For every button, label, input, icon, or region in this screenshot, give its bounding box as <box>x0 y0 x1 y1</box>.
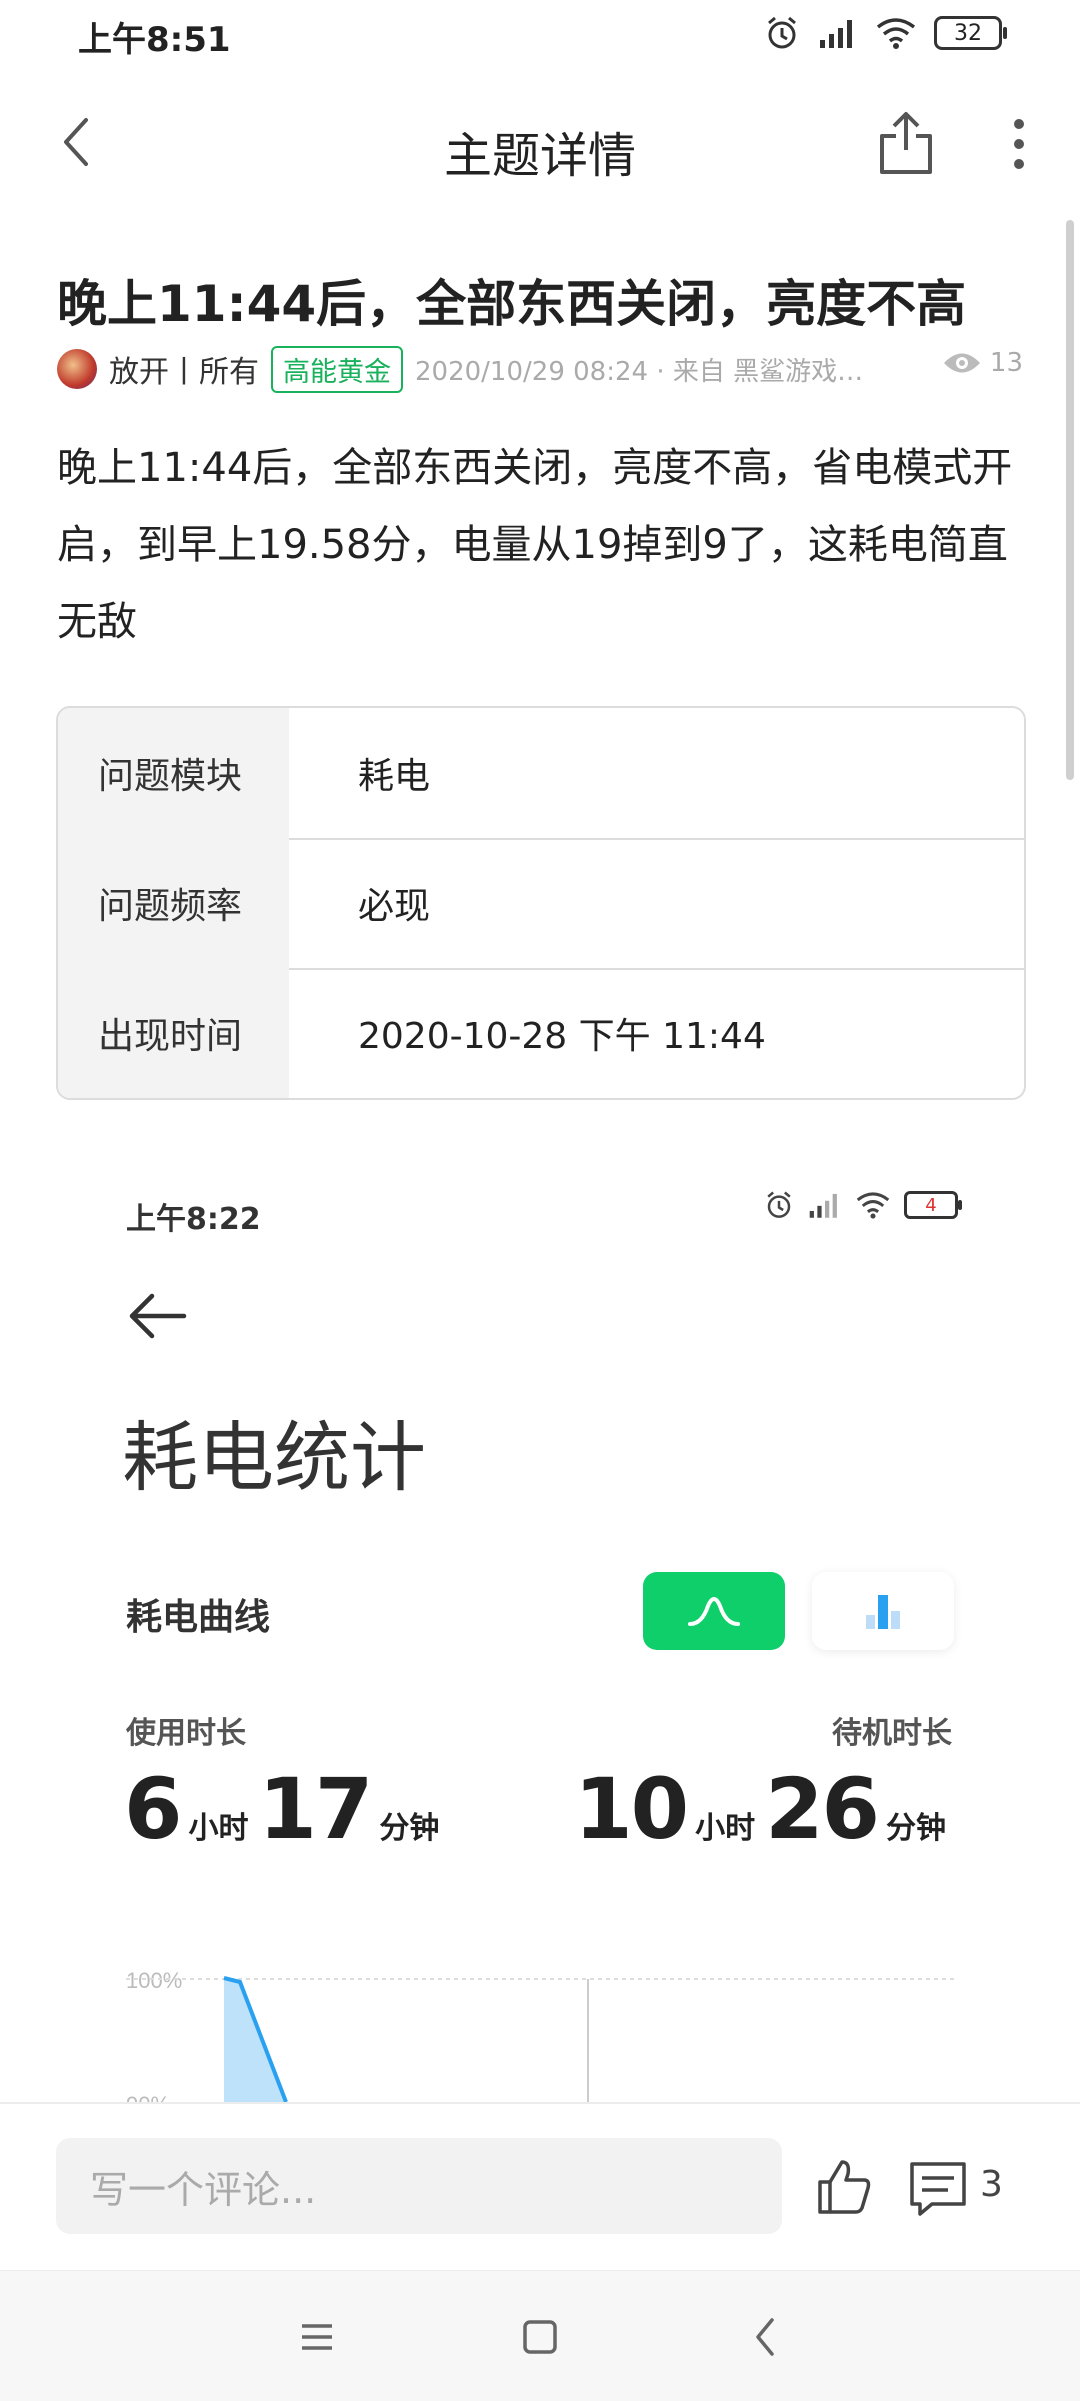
row-key: 问题频率 <box>58 838 289 968</box>
wifi-icon <box>856 1192 890 1219</box>
standby-minutes: 26 <box>765 1760 880 1858</box>
scrollbar[interactable] <box>1066 220 1074 780</box>
standby-duration-value: 10 小时 26 分钟 <box>574 1760 956 1858</box>
screenshot-status-icons: 4 <box>764 1190 962 1220</box>
battery-icon: 32 <box>934 16 1007 50</box>
comment-button[interactable] <box>908 2160 968 2216</box>
back-button[interactable] <box>48 112 108 172</box>
chart-area <box>224 1978 286 2102</box>
curve-icon <box>688 1597 740 1626</box>
screenshot-title: 耗电统计 <box>122 1413 426 1502</box>
bar-chart-icon <box>866 1595 900 1629</box>
screenshot-back-arrow-icon <box>129 1293 187 1339</box>
comment-count: 3 <box>980 2164 1003 2205</box>
home-icon[interactable] <box>513 2310 567 2364</box>
table-row: 问题频率 必现 <box>58 838 1024 970</box>
issue-info-table: 问题模块 耗电 问题频率 必现 出现时间 2020-10-28 下午 11:44 <box>56 706 1026 1100</box>
signal-icon <box>820 20 852 48</box>
user-level-badge: 高能黄金 <box>271 345 403 393</box>
view-count-value: 13 <box>989 348 1023 378</box>
table-row: 出现时间 2020-10-28 下午 11:44 <box>58 968 1024 1098</box>
row-key: 出现时间 <box>58 968 289 1098</box>
row-key: 问题模块 <box>58 708 289 838</box>
minutes-unit: 分钟 <box>379 1811 440 1846</box>
post-body: 晚上11:44后，全部东西关闭，亮度不高，省电模式开启，到早上19.58分，电量… <box>57 445 1013 645</box>
row-value: 2020-10-28 下午 11:44 <box>358 1016 766 1057</box>
battery-curve-chart: 100% 90% <box>126 1968 954 2102</box>
post-meta: 放开丨所有 高能黄金 2020/10/29 08:24 · 来自 黑鲨游戏… <box>57 344 863 394</box>
status-icons: 32 <box>764 12 1007 54</box>
standby-duration-label: 待机时长 <box>832 1716 952 1751</box>
avatar[interactable] <box>57 349 97 389</box>
hours-unit: 小时 <box>695 1811 756 1846</box>
view-count: 13 <box>942 348 1023 378</box>
author-name[interactable]: 放开丨所有 <box>109 347 259 391</box>
chart-tick-top: 100% <box>126 1968 182 1993</box>
eye-icon <box>943 353 980 373</box>
bar-view-toggle <box>812 1572 954 1650</box>
share-button[interactable] <box>872 106 940 182</box>
curve-view-toggle <box>643 1572 785 1650</box>
post-title: 晚上11:44后，全部东西关闭，亮度不高 <box>57 275 967 333</box>
screenshot-battery-level: 4 <box>925 1194 937 1216</box>
usage-duration-label: 使用时长 <box>126 1716 246 1751</box>
alarm-icon <box>767 1191 791 1218</box>
usage-duration-value: 6 小时 17 分钟 <box>124 1760 449 1858</box>
signal-icon <box>809 1193 837 1218</box>
more-options-button[interactable] <box>995 110 1043 178</box>
usage-hours: 6 <box>124 1760 182 1858</box>
battery-icon: 4 <box>904 1191 962 1219</box>
nav-back-icon[interactable] <box>740 2310 794 2364</box>
row-value: 耗电 <box>358 756 431 797</box>
comment-input[interactable]: 写一个评论... <box>56 2138 782 2234</box>
like-button[interactable] <box>814 2156 874 2216</box>
post-date-source: 2020/10/29 08:24 · 来自 黑鲨游戏… <box>415 356 864 387</box>
screenshot-curve-label: 耗电曲线 <box>126 1597 271 1638</box>
standby-hours: 10 <box>574 1760 689 1858</box>
minutes-unit: 分钟 <box>886 1811 946 1846</box>
usage-minutes: 17 <box>258 1760 373 1858</box>
battery-level: 32 <box>954 20 982 46</box>
menu-icon[interactable] <box>290 2310 344 2364</box>
chart-tick-second: 90% <box>126 2092 170 2102</box>
row-value: 必现 <box>358 886 431 927</box>
hours-unit: 小时 <box>188 1811 249 1846</box>
table-row: 问题模块 耗电 <box>58 708 1024 840</box>
wifi-icon <box>876 18 916 49</box>
screenshot-status-time: 上午8:22 <box>126 1202 261 1237</box>
status-time: 上午8:51 <box>78 20 231 60</box>
alarm-icon <box>768 16 796 49</box>
